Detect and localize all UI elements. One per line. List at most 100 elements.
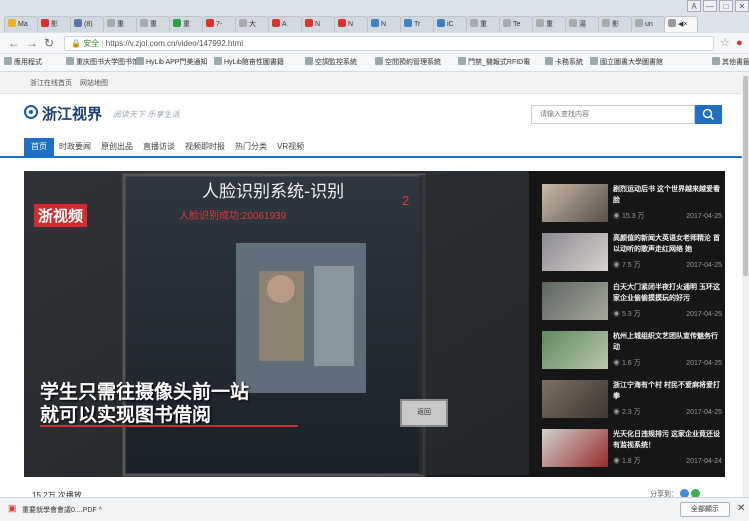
video-title[interactable]: 光天化日违规排污 这家企业竟还设有监视系统！ (613, 429, 722, 451)
bookmark-icon (458, 57, 466, 65)
tab-favicon-icon (635, 19, 643, 27)
browser-tab[interactable]: iC (433, 16, 467, 32)
related-video-item[interactable]: 杭州上城组织文艺团队宣传魅务行动 ◉ 1.6 万 2017-04-25 (542, 331, 722, 377)
video-title[interactable]: 杭州上城组织文艺团队宣传魅务行动 (613, 331, 722, 353)
tab-favicon-icon (404, 19, 412, 27)
bookmark-item[interactable]: 空調監控系統 (305, 57, 357, 68)
video-player[interactable]: 人脸识别系统-识别 人脸识别成功:20061939 2 浙视频 返回 学生只需往… (24, 171, 529, 477)
browser-tab[interactable]: 重 (136, 16, 170, 32)
bookmark-item[interactable]: 空間預約管理系統 (375, 57, 441, 68)
nav-politics[interactable]: 时政要闻 (54, 138, 96, 156)
bookmark-item[interactable]: 其他書籤 (712, 57, 749, 68)
navigation-bar: ← → ↻ 🔒 安全 | https://v.zjol.com.cn/video… (0, 33, 749, 54)
tab-label: 影 (51, 21, 58, 28)
maximize-button[interactable]: □ (719, 0, 733, 12)
browser-tab[interactable]: un (631, 16, 665, 32)
tab-favicon-icon (74, 19, 82, 27)
views-count: 2.3 万 (621, 409, 641, 416)
tab-label: 7- (216, 21, 223, 28)
video-thumbnail[interactable] (542, 429, 608, 467)
back-icon[interactable]: ← (8, 36, 20, 50)
bookmark-item[interactable]: HyLib APP門美通知 (136, 57, 207, 68)
nav-hot[interactable]: 热门分类 (230, 138, 272, 156)
browser-tab[interactable]: 重 (169, 16, 203, 32)
video-thumbnail[interactable] (542, 380, 608, 418)
nav-instant[interactable]: 视频即时报 (180, 138, 230, 156)
screen-number: 2 (402, 193, 410, 208)
bookmark-item[interactable]: 國立圖書大學圖書館 (590, 57, 663, 68)
related-videos: 剧烈运动后书 这个世界越来越爱看脸 ◉ 15.3 万 2017-04-25 高颜值的新… (529, 171, 725, 477)
bookmark-icon (545, 57, 553, 65)
nav-original[interactable]: 原创出品 (96, 138, 138, 156)
bookmark-item[interactable]: HyLib館奋性圖書籍 (214, 57, 284, 68)
extension-icon[interactable]: ● (736, 36, 743, 50)
download-file-name: 重要就學會會議0....PDF (22, 507, 97, 514)
bookmark-icon (305, 57, 313, 65)
nav-underline (0, 156, 749, 158)
browser-tab[interactable]: Tr (400, 16, 434, 32)
show-all-downloads-button[interactable]: 全部顯示 (680, 502, 730, 517)
related-video-item[interactable]: 光天化日违规排污 这家企业竟还设有监视系统！ ◉ 1.8 万 2017-04-24 (542, 429, 722, 475)
browser-tab[interactable]: 湯 (565, 16, 599, 32)
views-count: 1.8 万 (621, 458, 641, 465)
sitemap-link[interactable]: 网站地图 (80, 78, 108, 88)
site-logo[interactable]: 浙江视界 (42, 103, 102, 124)
browser-tab[interactable]: 重 (532, 16, 566, 32)
close-window-button[interactable]: ✕ (735, 0, 749, 12)
download-file[interactable]: 重要就學會會議0....PDF ^ (22, 505, 102, 515)
video-thumbnail[interactable] (542, 282, 608, 320)
bookmark-item[interactable]: 重庆图书大学图书馆 (66, 57, 139, 68)
video-title[interactable]: 剧烈运动后书 这个世界越来越爱看脸 (613, 184, 722, 206)
chevron-up-icon[interactable]: ^ (99, 507, 102, 514)
minimize-button[interactable]: — (703, 0, 717, 12)
nav-live[interactable]: 直播访谈 (138, 138, 180, 156)
related-video-item[interactable]: 高颜值的新闻大英语女老师精沦 首以动听的歌声走红网络 她 ◉ 7.5 万 2017-… (542, 233, 722, 279)
browser-tab[interactable]: Ma (4, 16, 38, 32)
home-link[interactable]: 浙江在线首页 (30, 78, 72, 88)
scrollbar-thumb[interactable] (743, 76, 748, 276)
related-video-item[interactable]: 浙江宁海有个村 村民不爱麻将爱打拳 ◉ 2.3 万 2017-04-25 (542, 380, 722, 426)
bookmark-label: 門禁_機報式RFID電 (468, 59, 531, 66)
browser-tab[interactable]: 重 (103, 16, 137, 32)
nav-vr[interactable]: VR视频 (272, 138, 309, 156)
search-button[interactable] (695, 105, 722, 124)
video-title[interactable]: 白天大门紧闭半夜打火通明 玉环这家企业偷偷摸摸玩的好污 (613, 282, 722, 304)
tab-label: N (315, 21, 321, 28)
browser-tab[interactable]: N (301, 16, 335, 32)
video-thumbnail[interactable] (542, 331, 608, 369)
user-button[interactable]: A (687, 0, 701, 12)
browser-tab[interactable]: Te (499, 16, 533, 32)
browser-tab[interactable]: A (268, 16, 302, 32)
video-title[interactable]: 浙江宁海有个村 村民不爱麻将爱打拳 (613, 380, 722, 402)
browser-tab[interactable]: 影 (598, 16, 632, 32)
browser-tab[interactable]: 7- (202, 16, 236, 32)
video-title[interactable]: 高颜值的新闻大英语女老师精沦 首以动听的歌声走红网络 她 (613, 233, 722, 255)
reload-icon[interactable]: ↻ (44, 36, 54, 50)
address-bar[interactable]: 🔒 安全 | https://v.zjol.com.cn/video/14799… (64, 36, 714, 51)
related-video-item[interactable]: 剧烈运动后书 这个世界越来越爱看脸 ◉ 15.3 万 2017-04-25 (542, 184, 722, 230)
eye-icon: ◉ (613, 262, 622, 269)
search-input[interactable] (531, 105, 695, 124)
video-thumbnail[interactable] (542, 233, 608, 271)
browser-tab[interactable]: N (367, 16, 401, 32)
browser-tab[interactable]: 影 (37, 16, 71, 32)
eye-icon: ◉ (613, 311, 622, 318)
secure-label: 安全 (83, 39, 100, 48)
related-video-item[interactable]: 白天大门紧闭半夜打火通明 玉环这家企业偷偷摸摸玩的好污 ◉ 5.3 万 2017-0… (542, 282, 722, 328)
browser-tab[interactable]: 大 (235, 16, 269, 32)
video-thumbnail[interactable] (542, 184, 608, 222)
tab-label: A (282, 21, 287, 28)
browser-tab[interactable]: ◀× (664, 16, 698, 32)
star-icon[interactable]: ☆ (720, 36, 730, 50)
browser-tab[interactable]: (8) (70, 16, 104, 32)
browser-tab[interactable]: N (334, 16, 368, 32)
forward-icon[interactable]: → (26, 36, 38, 50)
browser-tab[interactable]: 重 (466, 16, 500, 32)
nav-home[interactable]: 首页 (24, 138, 54, 156)
tab-favicon-icon (239, 19, 247, 27)
bookmark-item[interactable]: 門禁_機報式RFID電 (458, 57, 530, 68)
close-downloads-icon[interactable]: ✕ (737, 503, 745, 514)
bookmark-item[interactable]: 卡務系統 (545, 57, 583, 68)
views-count: 1.6 万 (621, 360, 641, 367)
bookmark-item[interactable]: 應用程式 (4, 57, 42, 68)
